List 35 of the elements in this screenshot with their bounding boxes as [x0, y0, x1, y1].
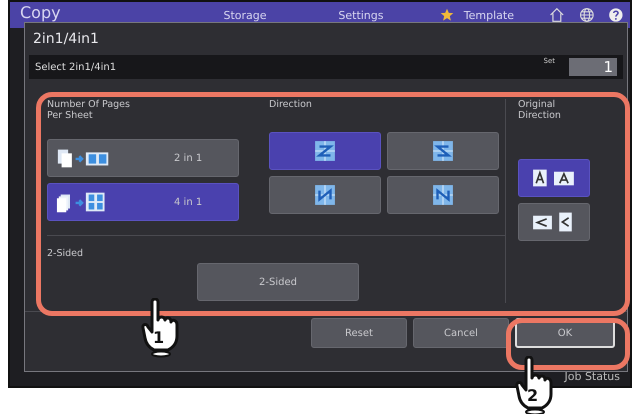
dialog-title: 2in1/4in1	[32, 30, 100, 49]
section-label: Direction	[269, 99, 313, 110]
direction-button[interactable]	[269, 176, 381, 214]
direction-button[interactable]	[387, 132, 499, 170]
instruction-text: Select 2in1/4in1	[35, 62, 118, 72]
direction-button[interactable]	[269, 132, 381, 170]
step-number: 2	[527, 386, 538, 405]
orientation-icon	[531, 167, 577, 189]
top-tab[interactable]: Storage	[187, 8, 303, 22]
top-tab[interactable]: Template	[418, 8, 535, 22]
direction-button[interactable]	[387, 176, 499, 214]
step-number: 1	[153, 328, 164, 347]
section-label: Number Of Pages Per Sheet	[47, 99, 131, 123]
home-icon[interactable]	[548, 7, 565, 23]
dialog-button[interactable]: Cancel	[413, 318, 509, 348]
set-field[interactable]: 1	[569, 58, 617, 76]
help-icon[interactable]	[608, 7, 624, 23]
pointing-hand-icon	[140, 298, 180, 358]
app-title: Copy	[20, 2, 62, 22]
section-label: Original Direction	[518, 99, 562, 121]
dialog-button[interactable]: Reset	[311, 318, 407, 348]
layout-button[interactable]: 2 in 1	[47, 139, 239, 177]
page-order-icon	[432, 140, 454, 162]
layout-button[interactable]: 4 in 1	[47, 183, 239, 221]
page-order-icon	[432, 184, 454, 206]
page-order-icon	[314, 140, 336, 162]
globe-icon[interactable]	[578, 7, 594, 23]
star-icon	[440, 8, 454, 22]
two-sided-button[interactable]: 2-Sided	[197, 263, 359, 301]
page-order-icon	[314, 184, 336, 206]
section-label: 2-Sided	[47, 248, 84, 259]
orientation-button[interactable]	[518, 159, 590, 197]
job-status-label[interactable]: Job Status	[564, 370, 620, 383]
top-tab[interactable]: Settings	[302, 8, 419, 22]
orientation-button[interactable]	[518, 203, 590, 241]
